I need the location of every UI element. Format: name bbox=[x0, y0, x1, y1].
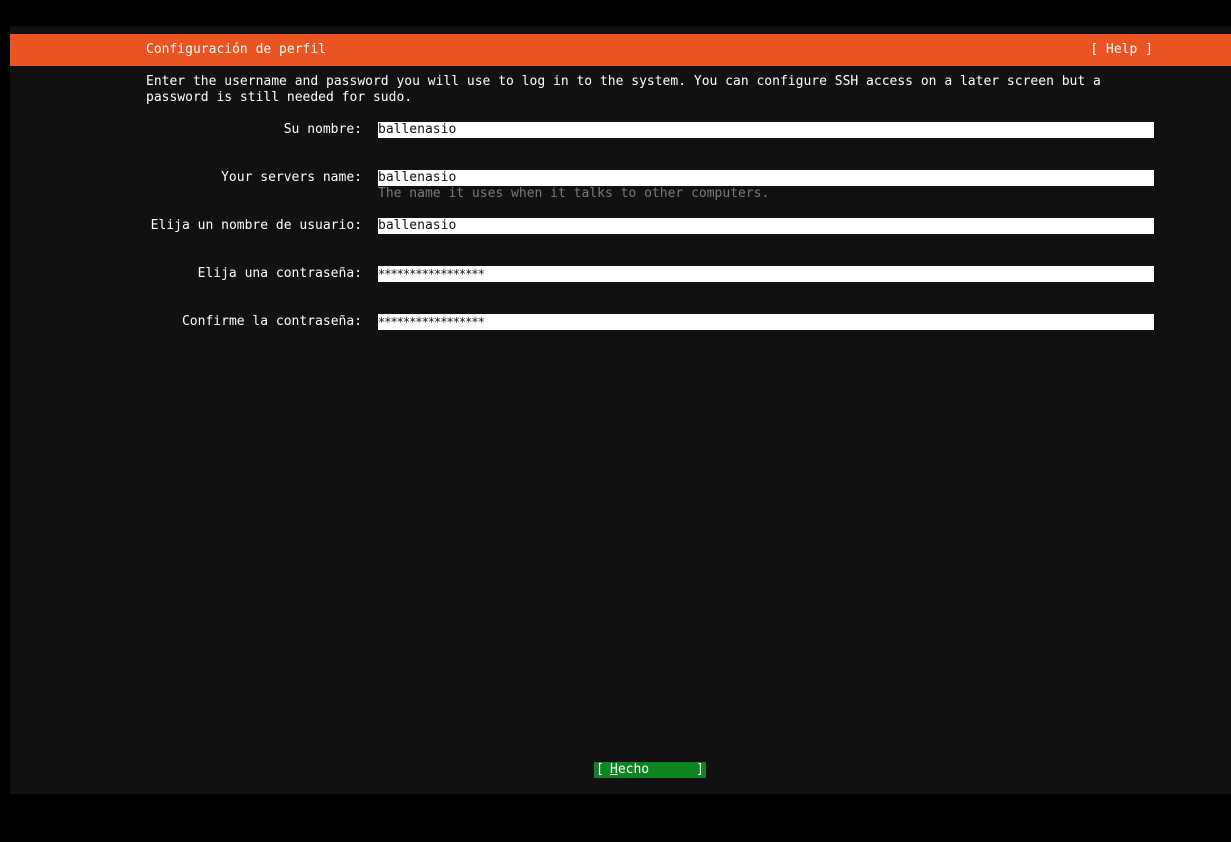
form-row-password: Elija una contraseña: ***************** bbox=[10, 266, 1231, 284]
done-button-bracket-left: [ bbox=[596, 762, 604, 777]
confirm-password-label: Confirme la contraseña: bbox=[181, 314, 362, 329]
form-row-username: Elija un nombre de usuario: ballenasio bbox=[10, 218, 1231, 236]
confirm-password-input[interactable]: ***************** bbox=[378, 314, 1154, 330]
hostname-hint: The name it uses when it talks to other … bbox=[378, 186, 770, 201]
hostname-input[interactable]: ballenasio bbox=[378, 170, 1154, 186]
done-button-bracket-right: ] bbox=[696, 762, 704, 777]
page-title: Configuración de perfil bbox=[146, 42, 327, 57]
done-button-label: Hecho bbox=[610, 762, 649, 778]
password-input[interactable]: ***************** bbox=[378, 266, 1154, 282]
form-row-hostname: Your servers name: ballenasio The name i… bbox=[10, 170, 1231, 204]
username-input[interactable]: ballenasio bbox=[378, 218, 1154, 234]
help-button[interactable]: [ Help ] bbox=[1090, 42, 1153, 58]
done-button-label-rest: echo bbox=[617, 762, 650, 777]
username-label: Elija un nombre de usuario: bbox=[150, 218, 362, 233]
name-label: Su nombre: bbox=[283, 122, 362, 137]
form-row-confirm-password: Confirme la contraseña: ****************… bbox=[10, 314, 1231, 332]
intro-text: Enter the username and password you will… bbox=[146, 74, 1101, 105]
installer-screen: Configuración de perfil [ Help ] Enter t… bbox=[10, 26, 1231, 794]
done-button[interactable]: [ Hecho ] bbox=[594, 762, 706, 778]
header-bar: Configuración de perfil [ Help ] bbox=[10, 34, 1231, 66]
password-label: Elija una contraseña: bbox=[197, 266, 362, 281]
form-row-name: Su nombre: ballenasio bbox=[10, 122, 1231, 140]
done-button-hotkey: H bbox=[610, 762, 618, 777]
hostname-label: Your servers name: bbox=[221, 170, 362, 185]
name-input[interactable]: ballenasio bbox=[378, 122, 1154, 138]
